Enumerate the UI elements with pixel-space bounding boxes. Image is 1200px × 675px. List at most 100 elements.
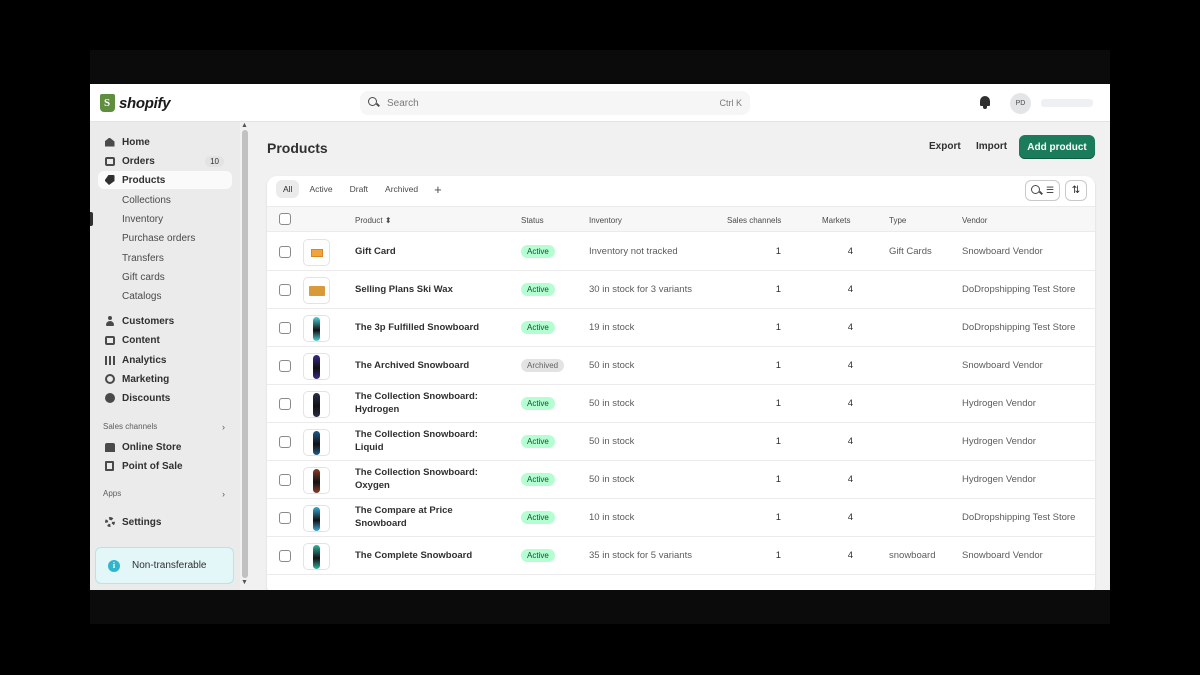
search-filter-button[interactable]: ☰ bbox=[1025, 180, 1060, 201]
product-name[interactable]: Gift Card bbox=[355, 245, 485, 258]
discount-icon bbox=[104, 393, 115, 404]
tab-draft[interactable]: Draft bbox=[343, 180, 375, 198]
column-inventory: Inventory bbox=[589, 216, 622, 225]
sales-channels-cell[interactable]: 1 bbox=[751, 246, 781, 257]
sidebar-item-orders[interactable]: Orders 10 bbox=[98, 152, 232, 170]
export-button[interactable]: Export bbox=[929, 141, 961, 152]
product-name[interactable]: The Compare at Price Snowboard bbox=[355, 504, 485, 530]
product-thumbnail[interactable] bbox=[303, 239, 330, 266]
table-row[interactable]: Gift Card Active Inventory not tracked 1 4 Gi… bbox=[267, 233, 1095, 271]
add-product-button[interactable]: Add product bbox=[1019, 135, 1095, 159]
sales-channels-cell[interactable]: 1 bbox=[751, 322, 781, 333]
sales-channels-cell[interactable]: 1 bbox=[751, 550, 781, 561]
row-checkbox[interactable] bbox=[279, 322, 291, 334]
sidebar-item-point-of-sale[interactable]: Point of Sale bbox=[98, 457, 232, 475]
sidebar-item-settings[interactable]: Settings bbox=[98, 513, 232, 531]
product-name[interactable]: The Collection Snowboard: Oxygen bbox=[355, 466, 485, 492]
markets-cell[interactable]: 4 bbox=[823, 512, 853, 523]
tab-active[interactable]: Active bbox=[302, 180, 339, 198]
product-name[interactable]: The Collection Snowboard: Liquid bbox=[355, 428, 485, 454]
select-all-checkbox[interactable] bbox=[279, 213, 291, 225]
import-button[interactable]: Import bbox=[976, 141, 1007, 152]
bell-icon[interactable] bbox=[979, 96, 991, 109]
tab-archived[interactable]: Archived bbox=[378, 180, 425, 198]
table-header: Product ⬍ Status Inventory Sales channel… bbox=[267, 206, 1095, 232]
sales-channels-cell[interactable]: 1 bbox=[751, 436, 781, 447]
table-row[interactable]: The Compare at Price Snowboard Active 10 i… bbox=[267, 499, 1095, 537]
product-name[interactable]: The Complete Snowboard bbox=[355, 549, 485, 562]
scrollbar-thumb[interactable] bbox=[242, 130, 248, 578]
markets-cell[interactable]: 4 bbox=[823, 436, 853, 447]
column-vendor: Vendor bbox=[962, 216, 988, 225]
sidebar-item-marketing[interactable]: Marketing bbox=[98, 370, 232, 388]
shopify-logo[interactable]: shopify bbox=[100, 94, 171, 112]
product-thumbnail[interactable] bbox=[303, 543, 330, 570]
row-checkbox[interactable] bbox=[279, 246, 291, 258]
sidebar-item-purchase-orders[interactable]: Purchase orders bbox=[122, 230, 195, 246]
avatar[interactable]: PD bbox=[1010, 93, 1031, 114]
sidebar-item-customers[interactable]: Customers bbox=[98, 312, 232, 330]
row-checkbox[interactable] bbox=[279, 360, 291, 372]
sidebar-scrollbar[interactable]: ▲ ▼ bbox=[240, 122, 250, 590]
sidebar-item-home[interactable]: Home bbox=[98, 133, 232, 151]
sidebar-item-gift-cards[interactable]: Gift cards bbox=[122, 269, 165, 285]
table-row[interactable]: Selling Plans Ski Wax Active 30 in stock f… bbox=[267, 271, 1095, 309]
sales-channels-cell[interactable]: 1 bbox=[751, 360, 781, 371]
sidebar-item-catalogs[interactable]: Catalogs bbox=[122, 288, 161, 304]
markets-cell[interactable]: 4 bbox=[823, 246, 853, 257]
sidebar-item-inventory[interactable]: Inventory bbox=[122, 211, 163, 227]
person-icon bbox=[104, 316, 115, 327]
sidebar-item-collections[interactable]: Collections bbox=[122, 192, 171, 208]
product-thumbnail[interactable] bbox=[303, 353, 330, 380]
markets-cell[interactable]: 4 bbox=[823, 474, 853, 485]
tab-all[interactable]: All bbox=[276, 180, 300, 198]
product-name[interactable]: The Archived Snowboard bbox=[355, 359, 485, 372]
sort-button[interactable]: ⇅ bbox=[1065, 180, 1087, 201]
sidebar-item-online-store[interactable]: Online Store bbox=[98, 438, 232, 456]
sidebar-item-discounts[interactable]: Discounts bbox=[98, 389, 232, 407]
column-product[interactable]: Product ⬍ bbox=[355, 216, 392, 225]
product-name[interactable]: Selling Plans Ski Wax bbox=[355, 283, 485, 296]
markets-cell[interactable]: 4 bbox=[823, 284, 853, 295]
store-name-placeholder[interactable] bbox=[1041, 99, 1093, 107]
sales-channels-section[interactable]: Sales channels › bbox=[103, 422, 225, 432]
product-thumbnail[interactable] bbox=[303, 429, 330, 456]
table-row[interactable]: The 3p Fulfilled Snowboard Active 19 in st… bbox=[267, 309, 1095, 347]
sales-channels-cell[interactable]: 1 bbox=[751, 284, 781, 295]
table-row[interactable]: The Collection Snowboard: Oxygen Active 50… bbox=[267, 461, 1095, 499]
markets-cell[interactable]: 4 bbox=[823, 360, 853, 371]
product-thumbnail[interactable] bbox=[303, 467, 330, 494]
sales-channels-cell[interactable]: 1 bbox=[751, 512, 781, 523]
row-checkbox[interactable] bbox=[279, 474, 291, 486]
product-name[interactable]: The 3p Fulfilled Snowboard bbox=[355, 321, 485, 334]
table-row[interactable]: The Collection Snowboard: Liquid Active 50… bbox=[267, 423, 1095, 461]
row-checkbox[interactable] bbox=[279, 550, 291, 562]
add-view-icon[interactable]: + bbox=[428, 182, 448, 197]
sales-channels-cell[interactable]: 1 bbox=[751, 474, 781, 485]
search-input[interactable]: Search Ctrl K bbox=[360, 91, 750, 115]
row-checkbox[interactable] bbox=[279, 512, 291, 524]
product-name[interactable]: The Collection Snowboard: Hydrogen bbox=[355, 390, 485, 416]
sidebar-item-content[interactable]: Content bbox=[98, 331, 232, 349]
table-row[interactable]: The Complete Snowboard Active 35 in stock … bbox=[267, 537, 1095, 575]
table-row[interactable]: The Collection Snowboard: Hydrogen Active… bbox=[267, 385, 1095, 423]
product-thumbnail[interactable] bbox=[303, 505, 330, 532]
scroll-down-icon[interactable]: ▼ bbox=[241, 579, 248, 586]
row-checkbox[interactable] bbox=[279, 398, 291, 410]
sales-channels-cell[interactable]: 1 bbox=[751, 398, 781, 409]
markets-cell[interactable]: 4 bbox=[823, 398, 853, 409]
non-transferable-banner[interactable]: i Non-transferable bbox=[95, 547, 234, 584]
scroll-up-icon[interactable]: ▲ bbox=[241, 122, 248, 129]
markets-cell[interactable]: 4 bbox=[823, 550, 853, 561]
markets-cell[interactable]: 4 bbox=[823, 322, 853, 333]
row-checkbox[interactable] bbox=[279, 436, 291, 448]
product-thumbnail[interactable] bbox=[303, 277, 330, 304]
product-thumbnail[interactable] bbox=[303, 315, 330, 342]
apps-section[interactable]: Apps › bbox=[103, 489, 225, 499]
row-checkbox[interactable] bbox=[279, 284, 291, 296]
product-thumbnail[interactable] bbox=[303, 391, 330, 418]
sidebar-item-analytics[interactable]: Analytics bbox=[98, 351, 232, 369]
table-row[interactable]: The Archived Snowboard Archived 50 in stoc… bbox=[267, 347, 1095, 385]
sidebar-item-products[interactable]: Products bbox=[98, 171, 232, 189]
sidebar-item-transfers[interactable]: Transfers bbox=[122, 250, 164, 266]
